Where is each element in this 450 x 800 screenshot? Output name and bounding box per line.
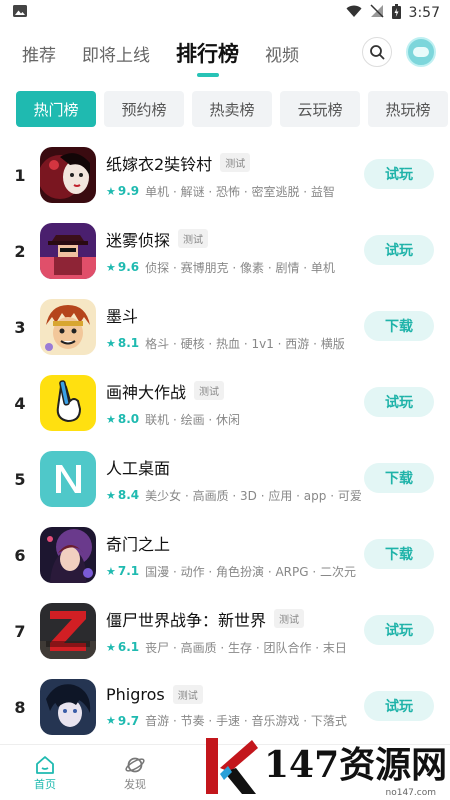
tab-coming-soon[interactable]: 即将上线 [82,41,150,66]
chip-hot[interactable]: 热门榜 [16,91,96,127]
nav-discover[interactable]: 发现 [90,745,180,800]
rank-number: 8 [14,697,26,717]
home-icon [36,755,54,774]
app-score: 7.1 [117,564,140,578]
app-score: 9.7 [117,713,140,728]
list-item[interactable]: 4 画神大作战 测试 ★ 8.0 联机 · 绘画 · 休闲 试玩 [0,365,450,441]
star-icon: ★ [106,488,116,502]
app-score: 8.1 [117,336,140,350]
app-score: 8.4 [117,488,140,502]
tab-recommend[interactable]: 推荐 [22,41,56,66]
test-badge: 测试 [172,685,203,704]
rank-number: 3 [14,317,26,337]
tab-video[interactable]: 视频 [265,41,299,66]
test-badge: 测试 [274,609,305,628]
star-icon: ★ [106,184,116,198]
watermark-k-icon [206,738,258,794]
app-score: 9.9 [117,184,140,198]
list-item[interactable]: 6 奇门之上 ★ 7.1 国漫 · 动作 · 角色扮演 · ARPG · 二次元… [0,517,450,593]
app-score: 9.6 [117,260,140,274]
app-name: 画神大作战 [106,382,187,402]
chip-cloud-play[interactable]: 云玩榜 [280,91,360,127]
list-item[interactable]: 1 纸嫁衣2奘铃村 测试 ★ 9.9 单机 · 解谜 · 恐怖 · 密室逃脱 ·… [0,137,450,213]
watermark-logo: 147资源网 no147.com [196,732,450,800]
download-button[interactable]: 下载 [364,539,434,569]
star-icon: ★ [106,412,116,426]
no-signal-icon [370,4,384,22]
try-button[interactable]: 试玩 [364,615,434,645]
nav-discover-label: 发现 [124,777,146,791]
app-name: 奇门之上 [106,534,171,554]
app-tags: 单机 · 解谜 · 恐怖 · 密室逃脱 · 益智 [145,184,335,199]
download-button[interactable]: 下载 [364,311,434,341]
app-tags: 丧尸 · 高画质 · 生存 · 团队合作 · 末日 [145,640,347,655]
test-badge: 测试 [220,153,251,172]
app-tags: 音游 · 节奏 · 手速 · 音乐游戏 · 下落式 [145,714,347,728]
app-name: Phigros [106,685,165,704]
app-name: 人工桌面 [106,458,171,478]
app-tags: 格斗 · 硬核 · 热血 · 1v1 · 西游 · 横版 [145,336,345,351]
app-icon-paper-bride [40,147,96,203]
app-icon-drawing-battle [40,375,96,431]
watermark-text: 147资源网 [264,744,448,786]
chip-reservation[interactable]: 预约榜 [104,91,184,127]
watermark-url: no147.com [385,788,436,798]
search-icon [370,45,385,60]
app-name: 迷雾侦探 [106,230,171,250]
rank-number: 6 [14,545,26,565]
top-tab-bar: 推荐 即将上线 排行榜 视频 [0,26,450,80]
chip-best-selling[interactable]: 热卖榜 [192,91,272,127]
app-tags: 侦探 · 赛博朋克 · 像素 · 剧情 · 单机 [145,260,335,275]
star-icon: ★ [106,714,116,727]
rank-number: 7 [14,621,26,641]
list-item[interactable]: 2 迷雾侦探 测试 ★ 9.6 侦探 · 赛博朋克 · 像素 · 剧情 · 单机… [0,213,450,289]
ranking-category-chips: 热门榜 预约榜 热卖榜 云玩榜 热玩榜 [0,80,450,137]
nav-home-label: 首页 [34,777,56,791]
download-button[interactable]: 下载 [364,463,434,493]
tab-rankings[interactable]: 排行榜 [176,38,239,68]
nav-home[interactable]: 首页 [0,745,90,800]
ranking-list: 1 纸嫁衣2奘铃村 测试 ★ 9.9 单机 · 解谜 · 恐怖 · 密室逃脱 ·… [0,137,450,745]
app-name: 墨斗 [106,306,139,326]
try-button[interactable]: 试玩 [364,691,434,721]
chip-hot-play[interactable]: 热玩榜 [368,91,448,127]
rank-number: 1 [14,165,26,185]
rank-number: 4 [14,393,26,413]
list-item[interactable]: 5 人工桌面 ★ 8.4 美少女 · 高画质 · 3D · 应用 · app ·… [0,441,450,517]
test-badge: 测试 [194,381,225,400]
test-badge: 测试 [178,229,209,248]
list-item[interactable]: 7 僵尸世界战争：新世界 测试 ★ 6.1 丧尸 · 高画质 · 生存 · 团队… [0,593,450,669]
app-icon-zombie-war [40,603,96,659]
list-item[interactable]: 3 墨斗 ★ 8.1 格斗 · 硬核 · 热血 · 1v1 · 西游 · 横版 … [0,289,450,365]
wifi-icon [346,5,362,22]
search-button[interactable] [362,37,392,67]
app-tags: 美少女 · 高画质 · 3D · 应用 · app · 可爱 [145,488,362,503]
battery-icon [391,3,401,23]
app-icon-modou [40,299,96,355]
try-button[interactable]: 试玩 [364,387,434,417]
rank-number: 5 [14,469,26,489]
star-icon: ★ [106,564,116,578]
star-icon: ★ [106,260,116,274]
planet-icon [125,757,145,772]
app-icon-ai-desktop [40,451,96,507]
user-avatar[interactable] [406,37,436,67]
app-score: 8.0 [117,412,140,426]
app-tags: 联机 · 绘画 · 休闲 [145,412,241,427]
status-bar: 3:57 [0,0,450,26]
app-icon-qimen [40,527,96,583]
app-icon-phigros [40,679,96,735]
star-icon: ★ [106,336,116,350]
app-tags: 国漫 · 动作 · 角色扮演 · ARPG · 二次元 [145,564,356,579]
try-button[interactable]: 试玩 [364,235,434,265]
gallery-notification-icon [12,4,28,22]
status-time: 3:57 [408,5,440,21]
app-score: 6.1 [117,640,140,654]
star-icon: ★ [106,640,116,654]
try-button[interactable]: 试玩 [364,159,434,189]
app-icon-fog-detective [40,223,96,279]
rank-number: 2 [14,241,26,261]
app-name: 僵尸世界战争：新世界 [106,610,267,630]
app-name: 纸嫁衣2奘铃村 [106,154,213,174]
